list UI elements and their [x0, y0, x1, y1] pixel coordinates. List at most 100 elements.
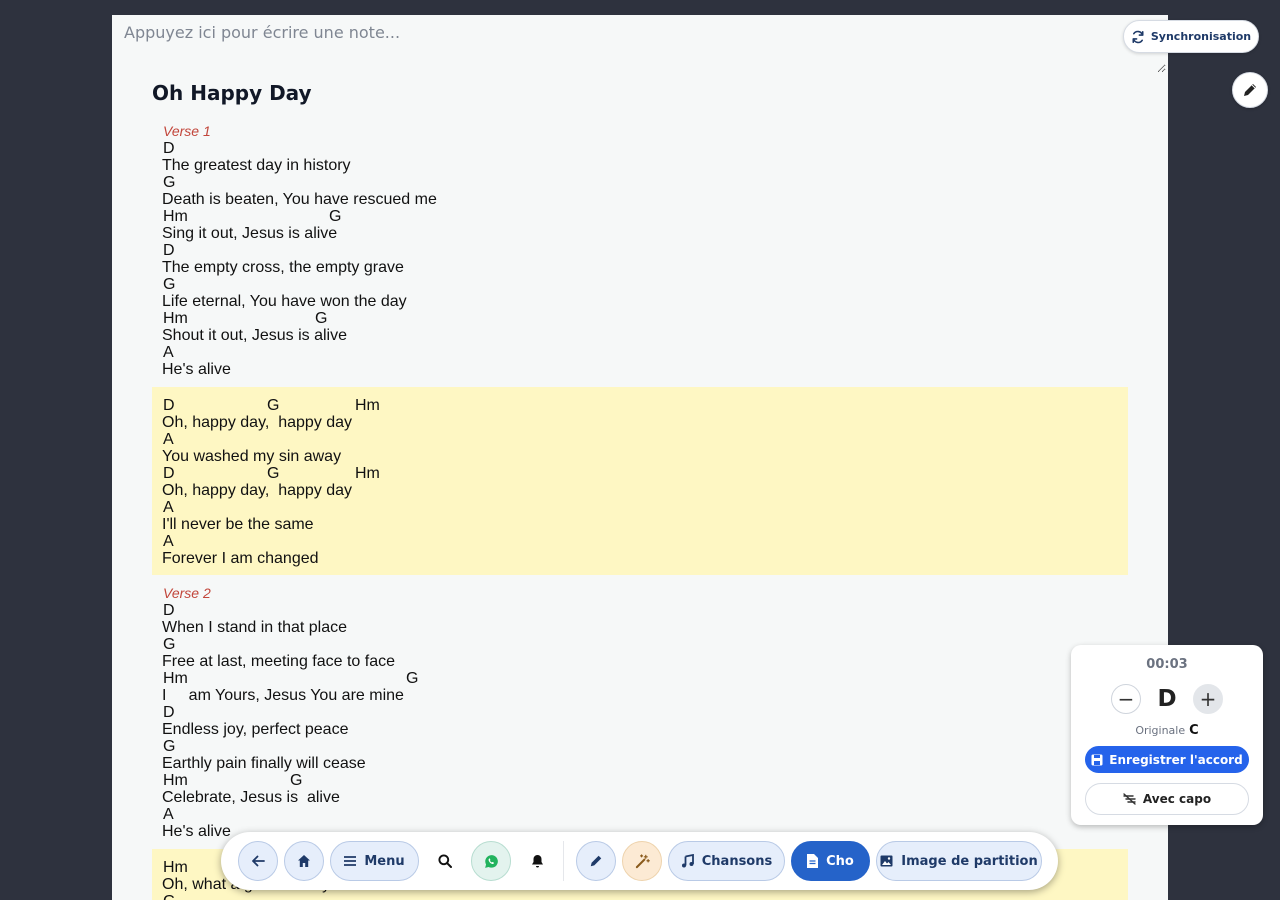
- transpose-down-button[interactable]: −: [1111, 684, 1141, 714]
- chord: D: [163, 242, 175, 259]
- section-label: Verse 1: [163, 123, 211, 139]
- chord-line: A: [162, 431, 1118, 448]
- search-icon: [438, 854, 452, 868]
- capo-label: Avec capo: [1142, 792, 1212, 806]
- menu-icon: [344, 856, 357, 866]
- chord-line: G: [162, 174, 1118, 191]
- lyric-line: Free at last, meeting face to face: [162, 653, 396, 670]
- note-input[interactable]: [112, 15, 1166, 73]
- lyric-line: Shout it out, Jesus is alive: [162, 327, 347, 344]
- chord-line: G: [162, 276, 1118, 293]
- chord-line: Hm G: [162, 310, 1118, 327]
- timer: 00:03: [1146, 657, 1188, 672]
- back-button[interactable]: [238, 841, 278, 881]
- chord: Hm: [163, 208, 188, 225]
- sheet-image-button[interactable]: Image de partition: [876, 841, 1042, 881]
- original-key-value: C: [1189, 723, 1199, 738]
- chord: G: [163, 893, 175, 900]
- lyric-line: Forever I am changed: [162, 550, 319, 567]
- chorus-section: D G Hm Oh, happy day, happy day A You washed …: [152, 387, 1128, 575]
- chord: A: [163, 499, 174, 516]
- chord-line: D G Hm: [162, 465, 1118, 482]
- chord: G: [163, 276, 176, 293]
- menu-label: Menu: [364, 853, 405, 869]
- chord: G: [267, 397, 280, 414]
- whatsapp-icon: [484, 854, 499, 869]
- verse-section: Verse 1 D The greatest day in history G Deat…: [152, 121, 1128, 381]
- chord-line: G: [162, 636, 1118, 653]
- menu-button[interactable]: Menu: [330, 841, 419, 881]
- song-page: Oh Happy Day Verse 1DThe greatest day in…: [112, 15, 1168, 900]
- lyric-line: Celebrate, Jesus is alive: [162, 789, 340, 806]
- chord: G: [163, 636, 176, 653]
- chord: D: [163, 704, 175, 721]
- whatsapp-button[interactable]: [471, 841, 511, 881]
- chord: Hm: [163, 859, 188, 876]
- song-content: Verse 1 D The greatest day in history G Deat…: [152, 121, 1128, 900]
- chord-line: G: [162, 738, 1118, 755]
- chord-line: A: [162, 533, 1118, 550]
- current-key: D: [1157, 686, 1177, 712]
- songs-button[interactable]: Chansons: [668, 841, 785, 881]
- bottom-toolbar: Menu Chansons Cho Image de partition: [221, 832, 1058, 890]
- chord-line: Hm G: [162, 670, 1118, 687]
- transpose-up-button[interactable]: +: [1193, 684, 1223, 714]
- notifications-button[interactable]: [517, 841, 557, 881]
- chord: G: [290, 772, 303, 789]
- capo-icon: [1123, 793, 1137, 805]
- chord-line: D: [162, 140, 1118, 157]
- chord: G: [406, 670, 419, 687]
- save-chord-label: Enregistrer l'accord: [1109, 752, 1243, 767]
- chord: Hm: [163, 772, 188, 789]
- save-icon: [1091, 754, 1103, 766]
- lyric-line: When I stand in that place: [162, 619, 347, 636]
- lyric-line: Endless joy, perfect peace: [162, 721, 349, 738]
- magic-button[interactable]: [622, 841, 662, 881]
- chord: G: [267, 465, 280, 482]
- chord: G: [329, 208, 342, 225]
- toolbar-divider: [563, 841, 564, 881]
- lyric-line: Sing it out, Jesus is alive: [162, 225, 338, 242]
- chord: G: [315, 310, 328, 327]
- lyric-line: You washed my sin away: [162, 448, 342, 465]
- lyric-line: I am Yours, Jesus You are mine: [162, 687, 404, 704]
- home-button[interactable]: [284, 841, 324, 881]
- lyric-line: Life eternal, You have won the day: [162, 293, 407, 310]
- chord-line: D: [162, 242, 1118, 259]
- chord: D: [163, 397, 175, 414]
- chord-line: A: [162, 806, 1118, 823]
- verse-section: Verse 2 D When I stand in that place G Free …: [152, 583, 1128, 843]
- pencil-icon: [1242, 82, 1258, 98]
- lyric-line: The empty cross, the empty grave: [162, 259, 404, 276]
- pencil-icon: [589, 854, 603, 868]
- edit-button[interactable]: [1232, 72, 1268, 108]
- save-chord-button[interactable]: Enregistrer l'accord: [1085, 746, 1249, 773]
- lyric-line: Oh, happy day, happy day: [162, 482, 353, 499]
- chord: A: [163, 533, 174, 550]
- chord: G: [163, 738, 176, 755]
- capo-button[interactable]: Avec capo: [1085, 783, 1249, 815]
- song-title: Oh Happy Day: [152, 81, 312, 105]
- music-note-icon: [681, 854, 694, 868]
- home-icon: [297, 854, 311, 868]
- sheet-image-label: Image de partition: [901, 853, 1038, 869]
- lyric-line: Oh, happy day, happy day: [162, 414, 353, 431]
- lyric-line: He's alive: [162, 361, 231, 378]
- sync-label: Synchronisation: [1150, 30, 1252, 43]
- chord: A: [163, 431, 174, 448]
- edit-song-button[interactable]: [576, 841, 616, 881]
- image-icon: [880, 855, 893, 867]
- chord: D: [163, 140, 175, 157]
- arrow-left-icon: [251, 854, 265, 868]
- search-button[interactable]: [425, 841, 465, 881]
- magic-wand-icon: [635, 853, 650, 869]
- cho-button[interactable]: Cho: [791, 841, 870, 881]
- chord-line: A: [162, 499, 1118, 516]
- cho-label: Cho: [826, 853, 854, 869]
- lyric-line: The greatest day in history: [162, 157, 351, 174]
- original-label: Originale: [1135, 724, 1186, 737]
- sync-button[interactable]: Synchronisation: [1123, 20, 1259, 53]
- original-key: Originale C: [1071, 723, 1263, 738]
- chord: Hm: [355, 465, 380, 482]
- chord: Hm: [163, 310, 188, 327]
